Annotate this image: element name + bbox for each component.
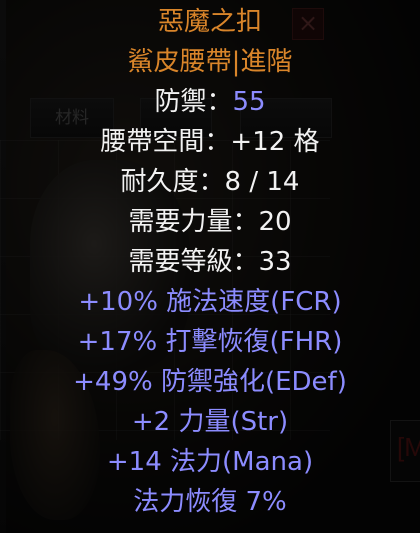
mod-mana: +14 法力(Mana): [106, 447, 314, 477]
mod-fhr: +17% 打擊恢復(FHR): [77, 327, 343, 357]
item-name: 惡魔之扣: [157, 7, 262, 37]
mod-str: +2 力量(Str): [131, 407, 289, 437]
durability-stat: 耐久度：8 / 14: [120, 167, 300, 197]
item-tooltip: 惡魔之扣 鯊皮腰帶|進階 防禦：55 腰帶空間：+12 格 耐久度：8 / 14…: [0, 0, 420, 533]
required-strength: 需要力量：20: [128, 207, 292, 237]
required-level: 需要等級：33: [128, 247, 292, 277]
item-base-type: 鯊皮腰帶|進階: [127, 47, 293, 77]
defense-label: 防禦：: [154, 87, 233, 117]
mod-edef: +49% 防禦強化(EDef): [73, 367, 347, 397]
defense-stat: 防禦：55: [0, 84, 420, 120]
belt-size-stat: 腰帶空間：+12 格: [100, 127, 320, 157]
defense-value: 55: [232, 87, 266, 117]
mod-mana-regen: 法力恢復 7%: [133, 487, 287, 517]
mod-fcr: +10% 施法速度(FCR): [78, 287, 342, 317]
game-screen: 材料 × [M 惡魔之扣 鯊皮腰帶|進階 防禦：55 腰帶空間：+12 格 耐久…: [0, 0, 420, 533]
